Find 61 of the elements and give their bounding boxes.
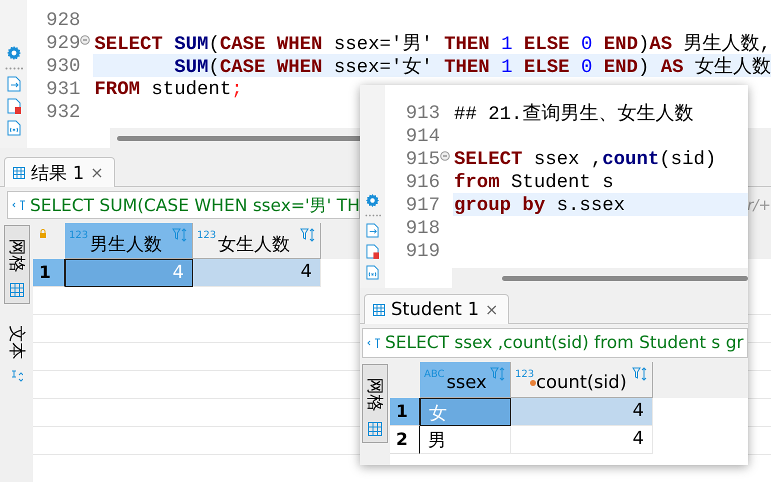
results-tab[interactable]: 结果 1 × <box>4 157 115 187</box>
results-tab[interactable]: Student 1 × <box>364 294 510 324</box>
table-icon <box>13 166 25 178</box>
line-number: 917 <box>404 194 440 216</box>
line-number: 914 <box>404 124 440 146</box>
code-line: ## 21.查询男生、女生人数 <box>454 102 694 126</box>
close-icon[interactable]: × <box>90 163 104 182</box>
lock-icon <box>39 229 47 239</box>
dots-icon <box>4 67 23 70</box>
code-line: from Student s <box>454 170 614 192</box>
table-cell: 4 <box>511 426 653 454</box>
view-tab[interactable]: 文本 <box>4 312 30 391</box>
dots-icon <box>364 214 380 217</box>
table-cell: 4 <box>193 259 321 287</box>
export-file-icon[interactable] <box>366 223 379 238</box>
table-cell: 男 <box>420 426 511 454</box>
line-number: 931 <box>45 78 80 100</box>
line-number: 929 <box>45 32 80 54</box>
line-number: 915 <box>404 148 440 170</box>
table-icon <box>373 304 385 316</box>
gear-icon[interactable] <box>365 193 380 208</box>
row-number[interactable]: 1 <box>33 259 65 287</box>
file-error-icon[interactable] <box>366 244 379 259</box>
line-number: 918 <box>404 216 440 238</box>
table-cell: 女 <box>420 398 511 426</box>
text-icon <box>10 370 22 384</box>
row-number[interactable]: 1 <box>390 398 420 426</box>
view-tab[interactable]: 网格 <box>4 225 30 304</box>
code-line: SELECT ssex ,count(sid) <box>454 148 716 170</box>
code-line: FROM student; <box>94 78 243 100</box>
table-cell: 4 <box>65 259 193 287</box>
query-field[interactable]: SELECT SUM(CASE WHEN ssex='男' TH <box>7 191 360 219</box>
variables-icon[interactable] <box>366 265 379 280</box>
collapse-icon[interactable] <box>80 35 90 45</box>
grid-icon <box>368 422 382 436</box>
text-type-icon <box>367 337 381 349</box>
code-line: group by s.ssex <box>454 194 626 216</box>
variables-icon[interactable] <box>6 120 21 136</box>
line-number: 913 <box>404 102 440 124</box>
line-number: 928 <box>45 8 80 30</box>
export-file-icon[interactable] <box>6 76 21 92</box>
file-error-icon[interactable] <box>6 98 21 114</box>
code-line: SELECT SUM(CASE WHEN ssex='男' THEN 1 ELSE 0 END)AS 男生人数, <box>94 32 771 56</box>
grid-icon <box>10 283 24 297</box>
row-number[interactable]: 2 <box>390 426 420 454</box>
text-type-icon <box>12 199 26 211</box>
filter-sort-icon[interactable] <box>632 367 648 381</box>
scrollbar[interactable] <box>502 276 748 281</box>
close-icon[interactable]: × <box>485 300 498 319</box>
gear-icon[interactable] <box>6 45 22 61</box>
table-cell: 4 <box>511 398 653 426</box>
line-number: 916 <box>404 170 440 192</box>
collapse-icon[interactable] <box>440 151 450 161</box>
code-line: SUM(CASE WHEN ssex='女' THEN 1 ELSE 0 END) AS 女生人数 <box>173 54 771 78</box>
filter-sort-icon[interactable] <box>300 228 316 242</box>
filter-hint: r/+ <box>747 196 771 214</box>
view-tab[interactable]: 网格 <box>362 364 388 443</box>
line-number: 930 <box>45 54 80 76</box>
query-field[interactable]: SELECT ssex ,count(sid) from Student s gr <box>362 328 748 358</box>
line-number: 919 <box>404 240 440 262</box>
line-number: 932 <box>45 100 80 122</box>
